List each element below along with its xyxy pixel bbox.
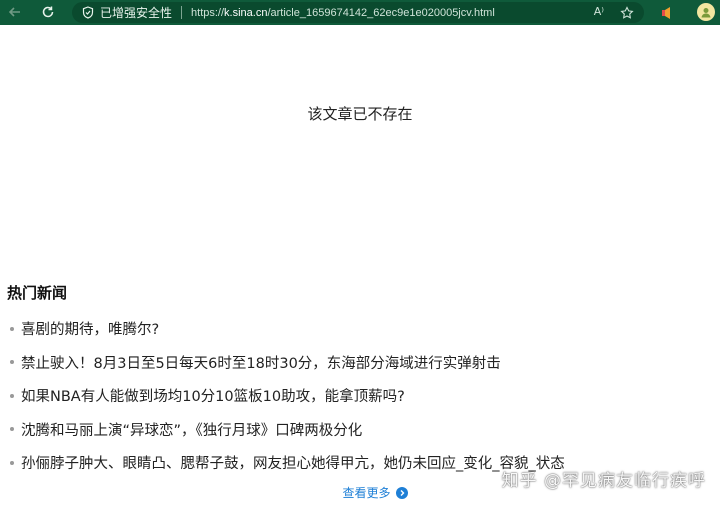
bullet-dot bbox=[10, 326, 14, 331]
shield-icon[interactable] bbox=[82, 6, 94, 19]
url-prefix: https:// bbox=[191, 6, 225, 19]
read-aloud-button[interactable]: A⁾ bbox=[594, 5, 604, 18]
news-item[interactable]: 禁止驶入！8月3日至5日每天6时至18时30分，东海部分海域进行实弹射击 bbox=[0, 346, 720, 380]
news-link[interactable]: 喜剧的期待，唯腾尔? bbox=[21, 318, 159, 339]
watermark: 知乎 @罕见病友临行疾呼 bbox=[501, 471, 706, 491]
profile-avatar[interactable] bbox=[697, 3, 715, 21]
address-separator bbox=[181, 6, 183, 19]
avatar-icon bbox=[701, 8, 711, 18]
url-path: /article_1659674142_62ec9e1e020005jcv.ht… bbox=[267, 6, 495, 19]
article-missing-notice: 该文章已不存在 bbox=[307, 105, 413, 123]
back-button[interactable] bbox=[4, 1, 26, 23]
bullet-dot bbox=[10, 460, 14, 465]
see-more-label[interactable]: 查看更多 bbox=[342, 484, 390, 501]
chevron-right-icon[interactable] bbox=[395, 486, 408, 499]
news-item[interactable]: 沈腾和马丽上演“异球恋”，《独行月球》口碑两极分化 bbox=[0, 413, 720, 447]
url-text[interactable]: https://k.sina.cn/article_1659674142_62e… bbox=[191, 7, 495, 19]
address-bar[interactable]: 已增强安全性 https://k.sina.cn/article_1659674… bbox=[72, 2, 644, 23]
bullet-dot bbox=[10, 393, 14, 398]
news-link[interactable]: 如果NBA有人能做到场均10分10篮板10助攻，能拿顶薪吗? bbox=[21, 385, 405, 406]
news-item[interactable]: 如果NBA有人能做到场均10分10篮板10助攻，能拿顶薪吗? bbox=[0, 379, 720, 413]
bullet-dot bbox=[10, 360, 14, 365]
back-arrow-icon bbox=[8, 7, 20, 17]
refresh-icon bbox=[42, 6, 54, 18]
security-label[interactable]: 已增强安全性 bbox=[100, 4, 172, 21]
extension-icon[interactable] bbox=[660, 5, 674, 24]
news-link[interactable]: 沈腾和马丽上演“异球恋”，《独行月球》口碑两极分化 bbox=[21, 419, 362, 440]
favorites-add-icon[interactable] bbox=[620, 5, 634, 24]
bullet-dot bbox=[10, 427, 14, 432]
hot-news-list: 喜剧的期待，唯腾尔? 禁止驶入！8月3日至5日每天6时至18时30分，东海部分海… bbox=[0, 312, 720, 480]
browser-toolbar: 已增强安全性 https://k.sina.cn/article_1659674… bbox=[0, 0, 720, 25]
news-link[interactable]: 禁止驶入！8月3日至5日每天6时至18时30分，东海部分海域进行实弹射击 bbox=[21, 352, 501, 373]
url-host: k.sina.cn bbox=[224, 6, 268, 19]
refresh-button[interactable] bbox=[37, 1, 59, 23]
hot-news-title: 热门新闻 bbox=[7, 284, 68, 302]
news-item[interactable]: 喜剧的期待，唯腾尔? bbox=[0, 312, 720, 346]
read-aloud-label: A⁾ bbox=[593, 5, 604, 18]
news-link[interactable]: 孙俪脖子肿大、眼睛凸、腮帮子鼓，网友担心她得甲亢，她仍未回应_变化_容貌_状态 bbox=[21, 452, 565, 473]
